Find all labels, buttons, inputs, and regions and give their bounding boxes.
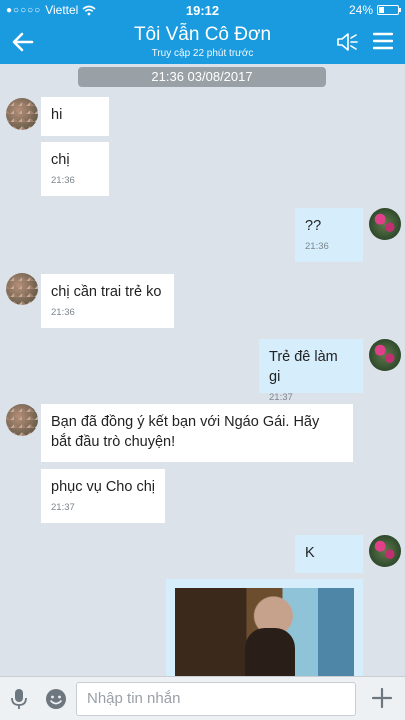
message-bubble-incoming[interactable]: hi bbox=[41, 97, 109, 136]
contact-avatar[interactable] bbox=[6, 98, 38, 130]
message-bubble-outgoing[interactable]: K bbox=[295, 535, 363, 573]
speaker-icon[interactable] bbox=[335, 31, 359, 53]
message-bubble-incoming[interactable]: Bạn đã đồng ý kết bạn với Ngáo Gái. Hãy … bbox=[41, 404, 353, 462]
message-text: ?? bbox=[305, 218, 322, 234]
battery-percent: 24% bbox=[348, 3, 373, 17]
contact-avatar[interactable] bbox=[6, 273, 38, 305]
message-text: hi bbox=[51, 107, 63, 123]
user-avatar bbox=[369, 339, 401, 371]
message-bubble-outgoing[interactable]: ?? 21:36 bbox=[295, 208, 363, 262]
date-separator: 21:36 03/08/2017 bbox=[78, 67, 326, 87]
message-time: 21:37 bbox=[269, 392, 293, 403]
battery-icon bbox=[377, 5, 401, 15]
message-time: 21:36 bbox=[51, 307, 75, 318]
message-bubble-outgoing[interactable]: Trẻ đê làm gi 21:37 bbox=[259, 339, 363, 403]
message-composer: Nhập tin nhắn bbox=[0, 676, 405, 720]
message-time: 21:37 bbox=[51, 502, 75, 513]
mic-icon[interactable] bbox=[8, 687, 30, 711]
message-text: K bbox=[305, 545, 315, 561]
message-bubble-incoming[interactable]: chị cần trai trẻ ko 21:36 bbox=[41, 274, 174, 328]
user-avatar bbox=[369, 208, 401, 240]
photo-message-outgoing[interactable] bbox=[166, 579, 363, 681]
message-text: phục vụ Cho chị bbox=[51, 479, 155, 495]
message-text: Trẻ đê làm gi bbox=[269, 349, 338, 385]
status-bar: ●○○○○ Viettel 19:12 24% bbox=[0, 0, 405, 20]
menu-icon[interactable] bbox=[373, 32, 393, 50]
chat-header: Tôi Vẫn Cô Đơn Truy cập 22 phút trước bbox=[0, 20, 405, 64]
contact-avatar[interactable] bbox=[6, 404, 38, 436]
message-bubble-incoming[interactable]: phục vụ Cho chị 21:37 bbox=[41, 469, 165, 523]
status-time: 19:12 bbox=[185, 3, 220, 18]
emoji-icon[interactable] bbox=[44, 687, 68, 711]
message-time: 21:36 bbox=[51, 175, 75, 186]
user-avatar bbox=[369, 535, 401, 567]
battery-group: 24% bbox=[348, 3, 401, 17]
shared-photo[interactable] bbox=[175, 588, 354, 681]
message-text: Bạn đã đồng ý kết bạn với Ngáo Gái. Hãy … bbox=[51, 414, 320, 450]
message-text: chị cần trai trẻ ko bbox=[51, 284, 162, 300]
message-text: chị bbox=[51, 152, 70, 168]
message-bubble-incoming[interactable]: chị 21:36 bbox=[41, 142, 109, 196]
plus-icon[interactable] bbox=[371, 687, 393, 709]
message-input[interactable]: Nhập tin nhắn bbox=[76, 682, 356, 716]
message-time: 21:36 bbox=[305, 241, 329, 252]
